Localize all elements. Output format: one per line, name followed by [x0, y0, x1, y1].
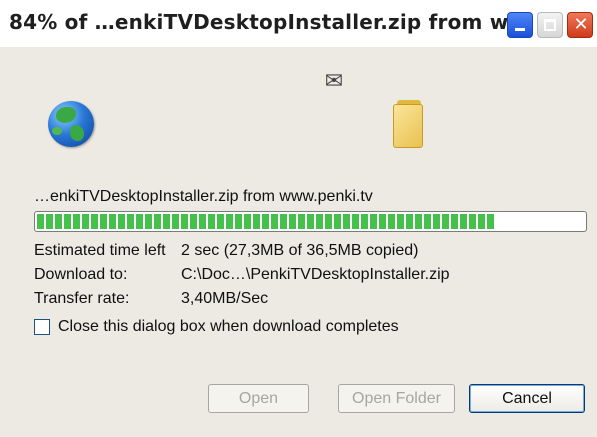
globe-icon — [48, 101, 94, 147]
close-when-done-checkbox[interactable] — [34, 319, 50, 335]
maximize-button[interactable] — [537, 12, 563, 38]
progress-bar — [34, 211, 587, 232]
estimated-time-label: Estimated time left — [34, 242, 166, 259]
transfer-rate-value: 3,40MB/Sec — [181, 290, 269, 307]
folder-icon — [393, 100, 429, 148]
title-bar[interactable]: 84% of …enkiTVDesktopInstaller.zip from … — [0, 0, 597, 47]
download-to-value: C:\Doc…\PenkiTVDesktopInstaller.zip — [181, 266, 450, 283]
open-folder-button[interactable]: Open Folder — [338, 384, 455, 413]
close-when-done-label[interactable]: Close this dialog box when download comp… — [58, 318, 399, 336]
open-button[interactable]: Open — [208, 384, 309, 413]
progress-fill — [37, 214, 496, 229]
close-button[interactable]: ✕ — [567, 12, 593, 38]
transfer-rate-label: Transfer rate: — [34, 290, 130, 307]
close-icon: ✕ — [573, 14, 589, 35]
download-source: …enkiTVDesktopInstaller.zip from www.pen… — [34, 188, 373, 205]
estimated-time-value: 2 sec (27,3MB of 36,5MB copied) — [181, 242, 419, 259]
flying-paper-icon: ✉ — [324, 69, 344, 94]
cancel-button[interactable]: Cancel — [469, 384, 585, 413]
download-to-label: Download to: — [34, 266, 128, 283]
window-title: 84% of …enkiTVDesktopInstaller.zip from … — [9, 10, 529, 34]
minimize-button[interactable] — [507, 12, 533, 38]
